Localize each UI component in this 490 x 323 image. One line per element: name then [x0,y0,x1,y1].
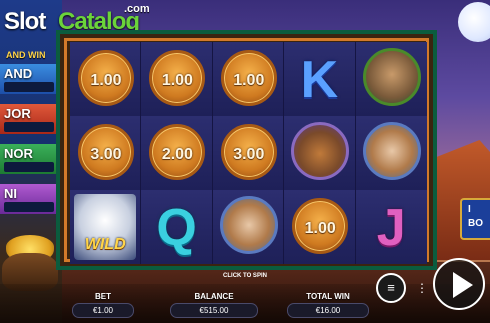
badge-line-1: I [468,204,471,215]
autoplay-button[interactable]: ≡ [376,273,406,303]
reel-cell [284,116,356,190]
jackpot-name: NI [4,186,17,201]
letter-symbol: Q [156,199,197,257]
coin-symbol: 3.00 [220,124,277,180]
bet-label: BET [95,292,111,301]
bet-display[interactable]: BET €1.00 [72,292,134,322]
coin-symbol: 1.00 [78,50,134,106]
jackpot-grand: AND [0,64,60,94]
reel-cell [212,190,285,264]
play-icon [453,272,473,298]
reel-cell: WILD [70,190,142,264]
reel-cell: 3.00 [212,116,285,190]
bet-value: €1.00 [72,303,134,318]
reel-cell: 3.00 [70,116,142,190]
letter-symbol: J [376,199,406,257]
coin-symbol: 1.00 [220,50,277,106]
coin-value: 3.00 [233,146,265,163]
total-win-label: TOTAL WIN [306,292,350,301]
coin-value: 1.00 [304,220,336,237]
jackpot-value-box [4,122,54,132]
coin-value: 2.00 [161,146,193,163]
total-win-display: TOTAL WIN €16.00 [287,292,369,322]
reel-cell: 1.00 [141,42,213,116]
coin-value: 3.00 [90,146,122,163]
reel-frame: 1.00 1.00 1.00 K 3.00 2.00 3.00 WILD Q 1.00 J [56,30,437,270]
wolf-wild-symbol: WILD [74,194,137,260]
settings-menu-button[interactable]: ⋮ [414,280,430,296]
ram-symbol [362,48,421,106]
lynx-symbol [362,122,421,180]
buy-bonus-badge[interactable]: I BO [460,198,490,240]
coin-value: 1.00 [161,72,193,89]
jackpot-minor: NOR [0,144,60,174]
reel-cell [355,116,427,190]
jackpot-name: JOR [4,106,31,121]
spin-button[interactable] [433,258,485,310]
coin-stack-icon: ≡ [387,280,395,295]
jackpot-mini: NI [0,184,60,214]
menu-icon: ⋮ [416,281,428,295]
logo-com-text: .com [124,3,150,15]
reel-cell: Q [141,190,213,264]
coin-symbol: 2.00 [149,124,206,180]
coin-value: 1.00 [233,72,265,89]
click-to-spin-label: CLICK TO SPIN [223,273,267,279]
logo-slot-text: Slot [4,8,46,35]
coin-symbol: 3.00 [78,124,134,180]
reel-cell: 1.00 [212,42,285,116]
lynx-symbol [219,196,278,254]
reel-cell [355,42,427,116]
reel-cell: J [355,190,427,264]
coin-symbol: 1.00 [292,198,349,254]
deer-symbol [291,122,350,180]
jackpot-value-box [4,202,54,212]
moon-image [458,2,490,42]
jackpot-name: NOR [4,146,33,161]
balance-value: €515.00 [170,303,258,318]
letter-symbol: K [300,51,339,109]
balance-display: BALANCE €515.00 [170,292,258,322]
reel-cell: 1.00 [284,190,356,264]
coin-value: 1.00 [90,72,122,89]
balance-label: BALANCE [194,292,234,301]
jackpot-major: JOR [0,104,60,134]
game-subtitle: AND WIN [6,50,46,60]
reel-cell: 1.00 [70,42,142,116]
wild-label: WILD [84,236,126,253]
badge-line-2: BO [468,218,483,229]
jackpot-value-box [4,162,54,172]
coin-symbol: 1.00 [149,50,206,106]
reel-cell: 2.00 [141,116,213,190]
reel-grid[interactable]: 1.00 1.00 1.00 K 3.00 2.00 3.00 WILD Q 1.00 J [70,42,427,264]
jackpot-name: AND [4,66,33,81]
total-win-value: €16.00 [287,303,369,318]
jackpot-value-box [4,82,54,92]
reel-cell: K [284,42,356,116]
